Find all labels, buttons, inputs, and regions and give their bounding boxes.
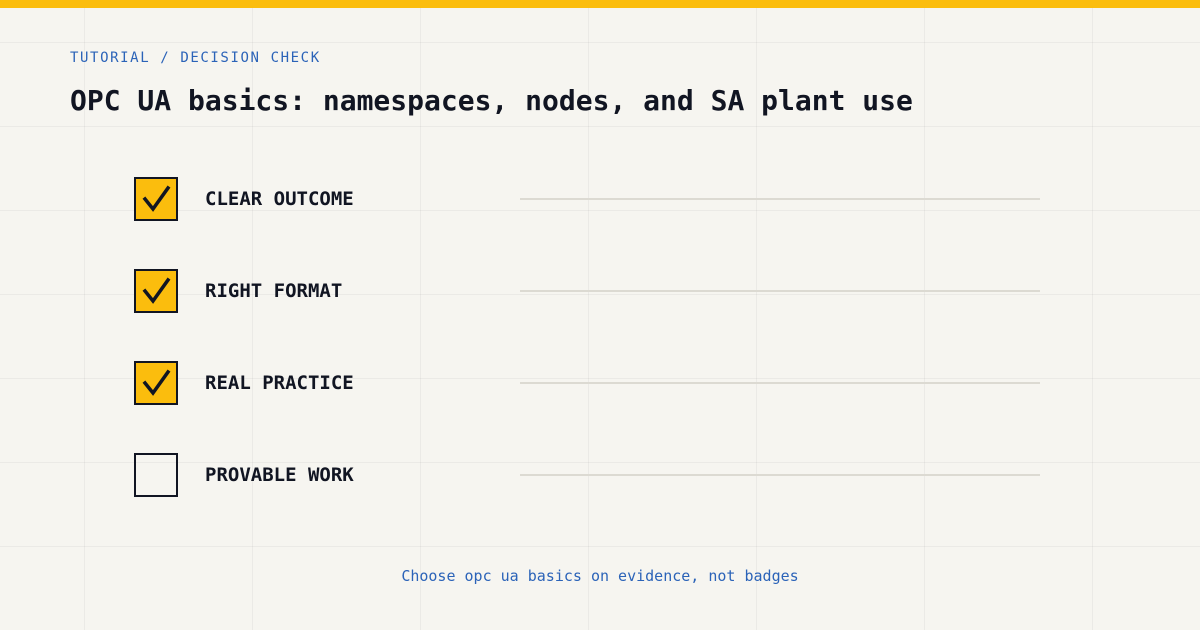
divider-line	[520, 474, 1040, 476]
checkbox[interactable]	[134, 269, 178, 313]
checkmark-icon	[142, 369, 171, 396]
checklist-item-label: RIGHT FORMAT	[205, 280, 343, 302]
divider-line	[520, 290, 1040, 292]
footer-note: Choose opc ua basics on evidence, not ba…	[401, 567, 799, 585]
divider-line	[520, 382, 1040, 384]
checkbox[interactable]	[134, 453, 178, 497]
checkmark-icon	[142, 277, 171, 304]
checklist-item-label: CLEAR OUTCOME	[205, 188, 354, 210]
decision-checklist: CLEAR OUTCOME RIGHT FORMAT REAL PRACTICE…	[0, 0, 1200, 630]
checklist-item: CLEAR OUTCOME	[134, 177, 1040, 221]
checklist-item: RIGHT FORMAT	[134, 269, 1040, 313]
checkbox[interactable]	[134, 361, 178, 405]
divider-line	[520, 198, 1040, 200]
checklist-item-label: PROVABLE WORK	[205, 464, 354, 486]
checklist-item: PROVABLE WORK	[134, 453, 1040, 497]
checkbox[interactable]	[134, 177, 178, 221]
checklist-item: REAL PRACTICE	[134, 361, 1040, 405]
checkmark-icon	[142, 185, 171, 212]
checklist-item-label: REAL PRACTICE	[205, 372, 354, 394]
